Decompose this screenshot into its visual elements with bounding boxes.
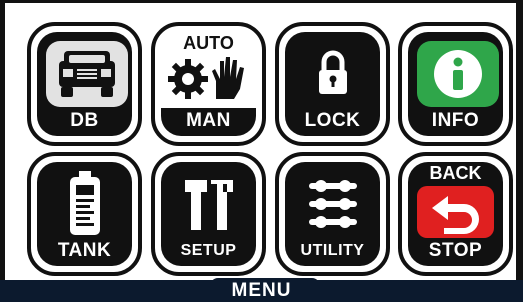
db-button[interactable]: DB: [27, 22, 142, 146]
sliders-icon: [285, 168, 380, 240]
gear-hand-icon: [161, 54, 256, 102]
tank-tile-inner: TANK: [37, 162, 132, 266]
info-label: INFO: [431, 110, 480, 131]
lock-button[interactable]: LOCK: [275, 22, 390, 146]
tools-icon: [161, 168, 256, 240]
info-button[interactable]: INFO: [398, 22, 513, 146]
back-stop-tile-inner: BACK STOP: [408, 162, 503, 266]
utility-tile-inner: UTILITY: [285, 162, 380, 266]
padlock-icon: [285, 40, 380, 106]
back-arrow-icon: [417, 186, 494, 238]
car-icon: [46, 41, 128, 107]
utility-label: UTILITY: [300, 242, 365, 259]
utility-button[interactable]: UTILITY: [275, 152, 390, 276]
setup-button[interactable]: SETUP: [151, 152, 266, 276]
menu-screen: DB AUTO MAN LOCK INFO TANK SETUP UTILITY…: [0, 0, 523, 302]
stop-label: STOP: [428, 240, 483, 261]
tank-label: TANK: [57, 240, 112, 261]
tank-button[interactable]: TANK: [27, 152, 142, 276]
man-label: MAN: [186, 110, 231, 131]
db-label: DB: [70, 110, 99, 131]
back-stop-button[interactable]: BACK STOP: [398, 152, 513, 276]
frame-top: [0, 0, 523, 3]
lock-label: LOCK: [304, 110, 361, 131]
auto-man-button[interactable]: AUTO MAN: [151, 22, 266, 146]
info-icon: [417, 41, 499, 107]
info-tile-inner: INFO: [408, 32, 503, 136]
frame-right: [516, 0, 523, 302]
lock-tile-inner: LOCK: [285, 32, 380, 136]
tank-icon: [37, 168, 132, 240]
back-label: BACK: [429, 163, 482, 183]
db-tile-inner: DB: [37, 32, 132, 136]
setup-label: SETUP: [180, 242, 237, 259]
setup-tile-inner: SETUP: [161, 162, 256, 266]
auto-label: AUTO: [183, 33, 234, 53]
menu-footer: MENU: [0, 280, 523, 302]
auto-man-tile-inner: AUTO MAN: [161, 32, 256, 136]
frame-left: [0, 0, 5, 302]
